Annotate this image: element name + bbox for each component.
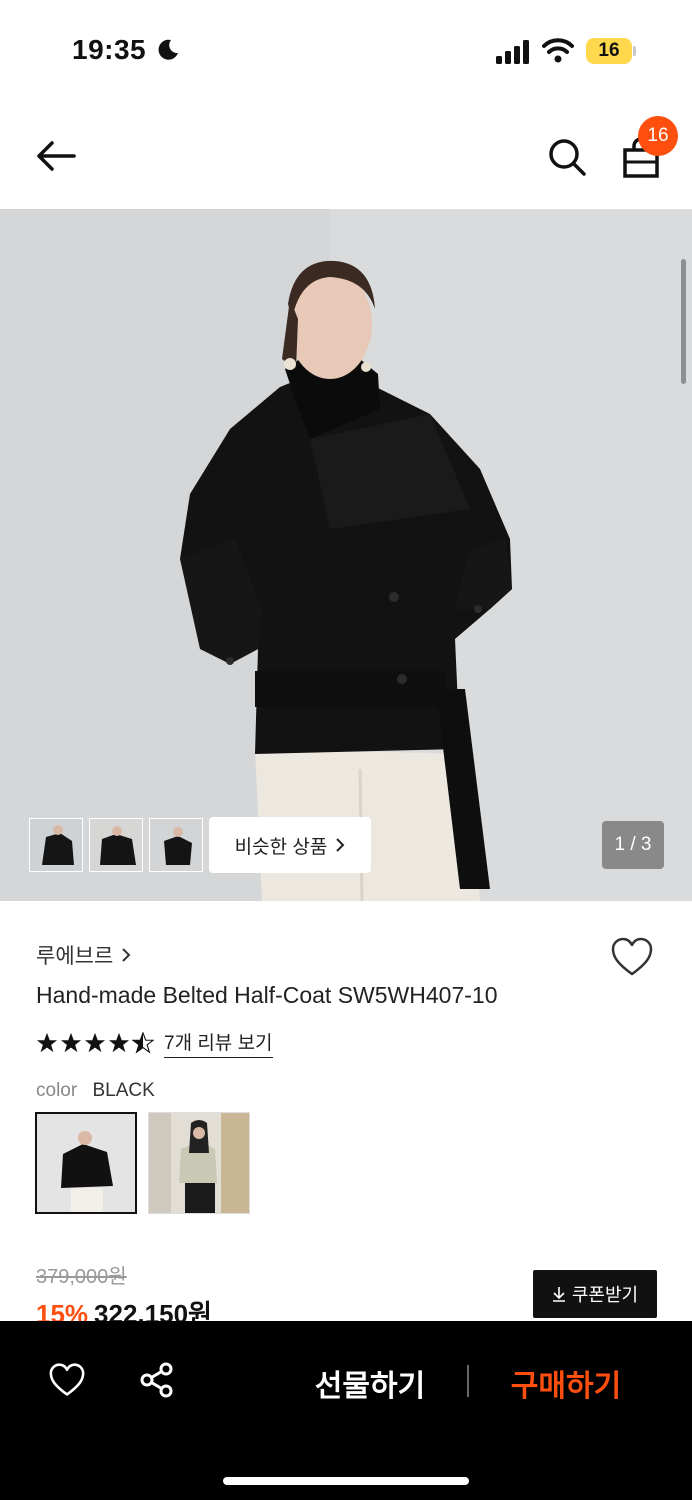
image-thumbnail[interactable] [149, 818, 203, 872]
star-icon [84, 1032, 106, 1053]
wifi-icon [542, 38, 574, 63]
heart-icon[interactable] [610, 937, 654, 977]
image-thumbnail[interactable] [29, 818, 83, 872]
swatch-photo [149, 1113, 249, 1213]
home-indicator [223, 1477, 469, 1485]
wishlist-heart-icon[interactable] [48, 1363, 86, 1397]
bottom-action-bar: 선물하기 구매하기 [0, 1321, 692, 1500]
model-photo [0, 209, 692, 901]
star-icon [36, 1032, 58, 1053]
swatch-photo [37, 1114, 135, 1212]
star-icon [60, 1032, 82, 1053]
color-row: color BLACK [36, 1080, 155, 1102]
color-swatch-beige[interactable] [148, 1112, 250, 1214]
chevron-right-icon [336, 838, 345, 852]
color-label: color [36, 1080, 78, 1101]
brand-name: 루에브르 [36, 945, 114, 968]
coupon-button[interactable]: 쿠폰받기 [533, 1270, 657, 1318]
thumbnail-photo [90, 819, 142, 871]
buy-button[interactable]: 구매하기 [496, 1361, 636, 1403]
image-scrollbar [681, 259, 686, 384]
brand-link[interactable]: 루에브르 [36, 940, 131, 970]
original-price: 379,000원 [36, 1266, 127, 1288]
color-value: BLACK [92, 1080, 155, 1101]
signal-icon [496, 40, 529, 64]
download-icon [552, 1287, 565, 1302]
top-nav: 16 [0, 108, 692, 208]
coupon-label: 쿠폰받기 [571, 1285, 639, 1305]
image-page-indicator: 1 / 3 [602, 821, 664, 869]
star-icon [108, 1032, 130, 1053]
status-bar: 19:35 16 [0, 0, 692, 100]
star-rating [36, 1032, 154, 1054]
similar-products-label: 비슷한 상품 [234, 836, 328, 858]
gift-button[interactable]: 선물하기 [300, 1361, 440, 1403]
cart-count-badge: 16 [638, 116, 678, 156]
chevron-right-icon [122, 948, 131, 962]
half-star-icon [132, 1032, 154, 1054]
rating-row: 7개 리뷰 보기 [36, 1028, 273, 1058]
review-link[interactable]: 7개 리뷰 보기 [164, 1028, 273, 1058]
thumbnail-photo [150, 819, 202, 871]
color-swatch-black[interactable] [35, 1112, 137, 1214]
thumbnail-photo [30, 819, 82, 871]
search-icon[interactable] [546, 136, 588, 178]
share-icon[interactable] [138, 1361, 176, 1399]
image-thumbnail[interactable] [89, 818, 143, 872]
back-arrow-icon[interactable] [34, 138, 78, 174]
product-main-image[interactable]: 비슷한 상품 1 / 3 [0, 209, 692, 901]
product-name: Hand-made Belted Half-Coat SW5WH407-10 [36, 982, 498, 1008]
status-time: 19:35 [72, 34, 147, 65]
moon-icon [158, 39, 178, 60]
battery-indicator: 16 [586, 38, 632, 64]
battery-tip [633, 46, 636, 56]
similar-products-button[interactable]: 비슷한 상품 [209, 817, 371, 873]
bar-divider [467, 1365, 469, 1397]
